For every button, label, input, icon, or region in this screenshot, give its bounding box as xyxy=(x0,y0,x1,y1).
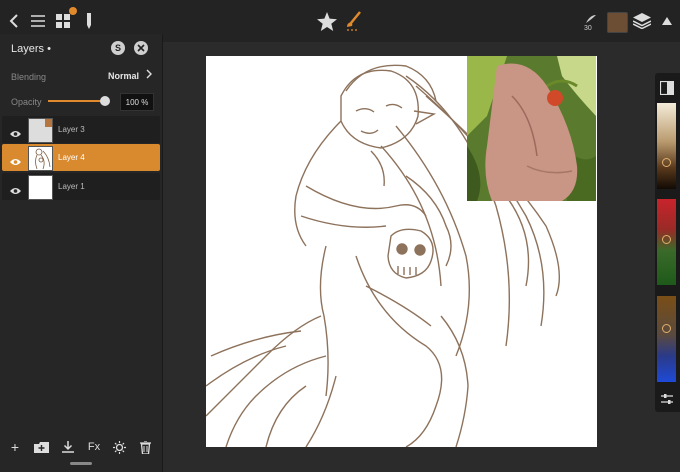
panel-title: Layers • xyxy=(11,43,51,55)
opacity-slider-knob[interactable] xyxy=(100,96,110,106)
layer-tools: + Fx xyxy=(0,437,162,457)
opacity-slider[interactable] xyxy=(48,100,106,102)
gallery-icon[interactable] xyxy=(52,7,77,32)
eye-icon[interactable] xyxy=(10,182,21,200)
layers-panel: Layers • S Blending Normal Opacity 100 %… xyxy=(0,34,163,472)
blending-label: Blending xyxy=(11,72,47,82)
brightness-slider[interactable] xyxy=(657,103,676,189)
menu-icon[interactable] xyxy=(27,10,49,32)
layer-name: Layer 4 xyxy=(58,153,85,162)
layer-row[interactable]: Layer 1 xyxy=(2,173,160,200)
color-settings-icon[interactable] xyxy=(661,391,673,409)
color-editor-toggle-icon[interactable] xyxy=(659,80,675,100)
close-icon[interactable] xyxy=(134,41,148,55)
chevron-right-icon[interactable] xyxy=(146,69,152,82)
layer-name: Layer 3 xyxy=(58,125,85,134)
color-sidebar xyxy=(655,73,680,412)
favorite-star-icon[interactable] xyxy=(316,10,338,32)
fx-icon[interactable]: Fx xyxy=(84,437,104,457)
brush-tool-icon[interactable] xyxy=(342,10,364,32)
home-indicator xyxy=(70,462,92,465)
layer-thumbnail xyxy=(28,118,53,143)
opacity-label: Opacity xyxy=(11,97,42,107)
notification-badge xyxy=(69,7,77,15)
add-layer-icon[interactable]: + xyxy=(5,437,25,457)
brightness-slider-knob[interactable] xyxy=(662,158,671,167)
reference-image[interactable] xyxy=(467,56,596,201)
brush-size-value: 30 xyxy=(584,25,592,32)
saturation-slider[interactable] xyxy=(657,296,676,382)
collapse-up-icon[interactable] xyxy=(656,10,678,32)
hue-slider[interactable] xyxy=(657,199,676,285)
layer-name: Layer 1 xyxy=(58,182,85,191)
trash-icon[interactable] xyxy=(135,437,155,457)
eye-icon[interactable] xyxy=(10,125,21,143)
layer-thumbnail xyxy=(28,175,53,200)
adjustments-sun-icon[interactable] xyxy=(109,437,129,457)
saturation-slider-knob[interactable] xyxy=(662,324,671,333)
current-color-swatch[interactable] xyxy=(607,12,628,33)
blending-mode-value[interactable]: Normal xyxy=(108,71,139,81)
layers-icon[interactable] xyxy=(631,10,653,32)
pencil-icon[interactable] xyxy=(78,10,100,32)
layer-row[interactable]: Layer 4 xyxy=(2,144,160,171)
hue-slider-knob[interactable] xyxy=(662,235,671,244)
import-icon[interactable] xyxy=(58,437,78,457)
back-icon[interactable] xyxy=(3,10,25,32)
s-circle-icon[interactable]: S xyxy=(111,41,125,55)
layer-row[interactable]: Layer 3 xyxy=(2,116,160,143)
add-group-icon[interactable] xyxy=(31,437,51,457)
opacity-value-field[interactable]: 100 % xyxy=(120,93,154,111)
eye-icon[interactable] xyxy=(10,153,21,171)
layer-thumbnail xyxy=(28,146,53,171)
